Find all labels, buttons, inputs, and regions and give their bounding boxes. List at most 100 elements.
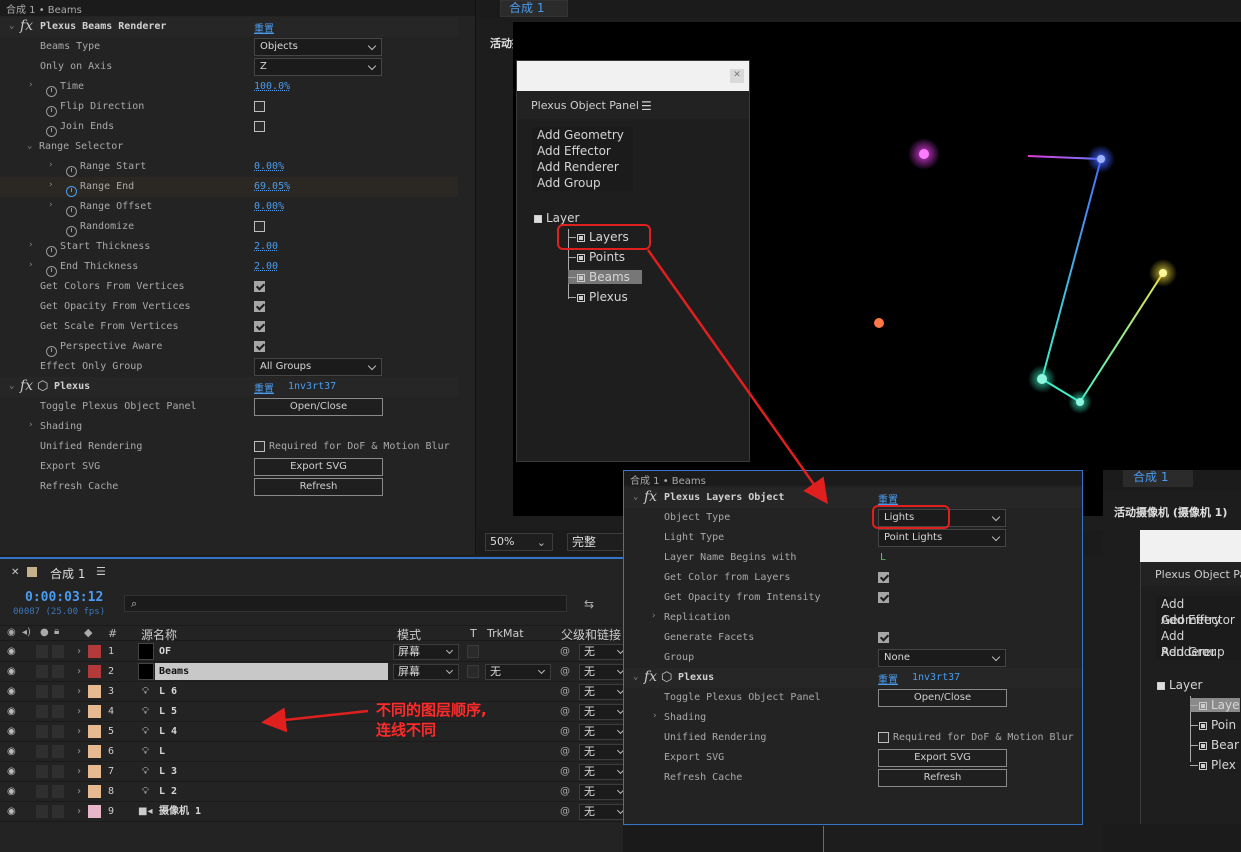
menu-add-renderer[interactable]: Add Renderer bbox=[1156, 628, 1241, 659]
open-close-button[interactable]: Open/Close bbox=[254, 398, 383, 416]
chevron-down-icon[interactable]: ⌄ bbox=[9, 21, 14, 31]
checkbox-get-colors-from-vertices[interactable] bbox=[254, 281, 265, 292]
table-row[interactable]: ◉ › 1 OF 屏幕 @ 无 bbox=[0, 642, 630, 662]
pickwhip-icon[interactable]: @ bbox=[560, 642, 570, 661]
chevron-right-icon[interactable]: › bbox=[76, 762, 82, 781]
lock-toggle[interactable] bbox=[52, 645, 64, 658]
group-label[interactable]: Replication bbox=[664, 612, 730, 623]
tree-item-2[interactable]: Bear bbox=[1190, 738, 1239, 752]
lock-toggle[interactable] bbox=[52, 805, 64, 818]
hamburger-icon[interactable]: ☰ bbox=[96, 565, 106, 578]
close-icon[interactable]: ✕ bbox=[11, 567, 19, 578]
chevron-right-icon[interactable]: › bbox=[28, 420, 33, 430]
chevron-down-icon[interactable]: ⌄ bbox=[9, 381, 14, 391]
pickwhip-icon[interactable]: @ bbox=[560, 682, 570, 701]
value-range-start[interactable]: 0.00% bbox=[254, 161, 284, 172]
col-source-name[interactable]: 源名称 bbox=[141, 626, 177, 643]
table-row[interactable]: ◉ › 3 💡︎ L 6 @ 无 bbox=[0, 682, 630, 702]
current-time[interactable]: 0:00:03:12 bbox=[25, 590, 103, 605]
audio-toggle[interactable] bbox=[36, 805, 48, 818]
label-color[interactable] bbox=[88, 765, 101, 778]
checkbox-join-ends[interactable] bbox=[254, 121, 265, 132]
checkbox-get-scale-from-vertices[interactable] bbox=[254, 321, 265, 332]
export-svg-button[interactable]: Export SVG bbox=[254, 458, 383, 476]
audio-toggle[interactable] bbox=[36, 785, 48, 798]
checkbox-unified-rendering[interactable] bbox=[254, 441, 265, 452]
label-color[interactable] bbox=[88, 645, 101, 658]
pickwhip-icon[interactable]: @ bbox=[560, 782, 570, 801]
chevron-right-icon[interactable]: › bbox=[28, 260, 33, 270]
blend-mode-select[interactable]: 屏幕 bbox=[393, 664, 459, 680]
audio-toggle[interactable] bbox=[36, 665, 48, 678]
menu-add-effector[interactable]: Add Effector bbox=[532, 143, 633, 159]
layer-name[interactable]: OF bbox=[159, 642, 171, 661]
layer-name[interactable]: 摄像机 1 bbox=[159, 802, 201, 821]
visibility-icon[interactable]: ◉ bbox=[7, 702, 16, 721]
chevron-down-icon[interactable]: ⌄ bbox=[633, 672, 638, 682]
chevron-right-icon[interactable]: › bbox=[48, 180, 53, 190]
chevron-right-icon[interactable]: › bbox=[76, 782, 82, 801]
group-label[interactable]: Range Selector bbox=[39, 141, 123, 152]
reset-link[interactable]: 重置 bbox=[254, 20, 274, 35]
menu-add-renderer[interactable]: Add Renderer bbox=[532, 159, 633, 175]
preserve-transparency-toggle[interactable] bbox=[467, 645, 479, 658]
chevron-down-icon[interactable]: ⌄ bbox=[27, 141, 32, 151]
checkbox-flip-direction[interactable] bbox=[254, 101, 265, 112]
layer-name[interactable]: Beams bbox=[155, 663, 388, 680]
audio-toggle[interactable] bbox=[36, 745, 48, 758]
visibility-icon[interactable]: ◉ bbox=[7, 762, 16, 781]
visibility-icon[interactable]: ◉ bbox=[7, 682, 16, 701]
value-end-thickness[interactable]: 2.00 bbox=[254, 261, 278, 272]
layer-name[interactable]: L 3 bbox=[159, 762, 177, 781]
export-svg-button[interactable]: Export SVG bbox=[878, 749, 1007, 767]
trkmat-select[interactable]: 无 bbox=[485, 664, 551, 680]
label-color[interactable] bbox=[88, 685, 101, 698]
menu-add-group[interactable]: Add Group bbox=[532, 175, 633, 191]
chevron-right-icon[interactable]: › bbox=[76, 742, 82, 761]
checkbox-unified-rendering[interactable] bbox=[878, 732, 889, 743]
stopwatch-icon[interactable] bbox=[46, 265, 57, 277]
layer-name[interactable]: L 2 bbox=[159, 782, 177, 801]
visibility-icon[interactable]: ◉ bbox=[7, 642, 16, 661]
effect-header[interactable]: ⌄ fx Plexus Layers Object 重置 bbox=[624, 488, 1082, 508]
dropdown-effect-only-group[interactable]: All Groups bbox=[254, 358, 382, 376]
tree-item-3[interactable]: Plex bbox=[1190, 758, 1236, 772]
zoom-select[interactable]: 50% ⌄ bbox=[485, 533, 553, 551]
layer-name[interactable]: L 4 bbox=[159, 722, 177, 741]
stopwatch-icon[interactable] bbox=[66, 185, 77, 197]
lock-toggle[interactable] bbox=[52, 665, 64, 678]
chevron-right-icon[interactable]: › bbox=[76, 642, 82, 661]
chevron-right-icon[interactable]: › bbox=[48, 160, 53, 170]
pickwhip-icon[interactable]: @ bbox=[560, 722, 570, 741]
plexus-effect-header[interactable]: ⌄ fx ⬡ Plexus 重置 1nv3rt37 bbox=[624, 668, 1082, 688]
chevron-down-icon[interactable]: ⌄ bbox=[633, 492, 638, 502]
blend-mode-select[interactable]: 屏幕 bbox=[393, 644, 459, 660]
visibility-icon[interactable]: ◉ bbox=[7, 782, 16, 801]
refresh-button[interactable]: Refresh bbox=[878, 769, 1007, 787]
value-layer-name-begins-with[interactable]: L bbox=[880, 552, 886, 563]
lock-toggle[interactable] bbox=[52, 785, 64, 798]
table-row[interactable]: ◉ › 8 💡︎ L 2 @ 无 bbox=[0, 782, 630, 802]
col-parent[interactable]: 父级和链接 bbox=[561, 626, 621, 643]
close-icon[interactable]: ✕ bbox=[730, 69, 744, 83]
lock-toggle[interactable] bbox=[52, 745, 64, 758]
chevron-right-icon[interactable]: › bbox=[651, 611, 656, 621]
chevron-right-icon[interactable]: › bbox=[76, 682, 82, 701]
tree-root[interactable]: Layer bbox=[1157, 678, 1202, 692]
timeline-tab[interactable]: 合成 1 bbox=[50, 565, 85, 582]
property-label[interactable]: Shading bbox=[664, 712, 706, 723]
value-time[interactable]: 100.0% bbox=[254, 81, 290, 92]
audio-toggle[interactable] bbox=[36, 645, 48, 658]
checkbox-get-opacity-from-vertices[interactable] bbox=[254, 301, 265, 312]
value-range-end[interactable]: 69.05% bbox=[254, 181, 290, 192]
pickwhip-icon[interactable]: @ bbox=[560, 662, 570, 681]
chevron-right-icon[interactable]: › bbox=[652, 711, 657, 721]
pickwhip-icon[interactable]: @ bbox=[560, 742, 570, 761]
viewer-tab[interactable]: 合成 1 bbox=[1123, 470, 1193, 487]
viewer-tab[interactable]: 合成 1 bbox=[500, 0, 568, 17]
audio-toggle[interactable] bbox=[36, 765, 48, 778]
chevron-right-icon[interactable]: › bbox=[76, 722, 82, 741]
tree-item-3[interactable]: Plexus bbox=[568, 290, 628, 304]
label-color[interactable] bbox=[88, 705, 101, 718]
table-row[interactable]: ◉ › 9 ■◂ 摄像机 1 @ 无 bbox=[0, 802, 630, 822]
